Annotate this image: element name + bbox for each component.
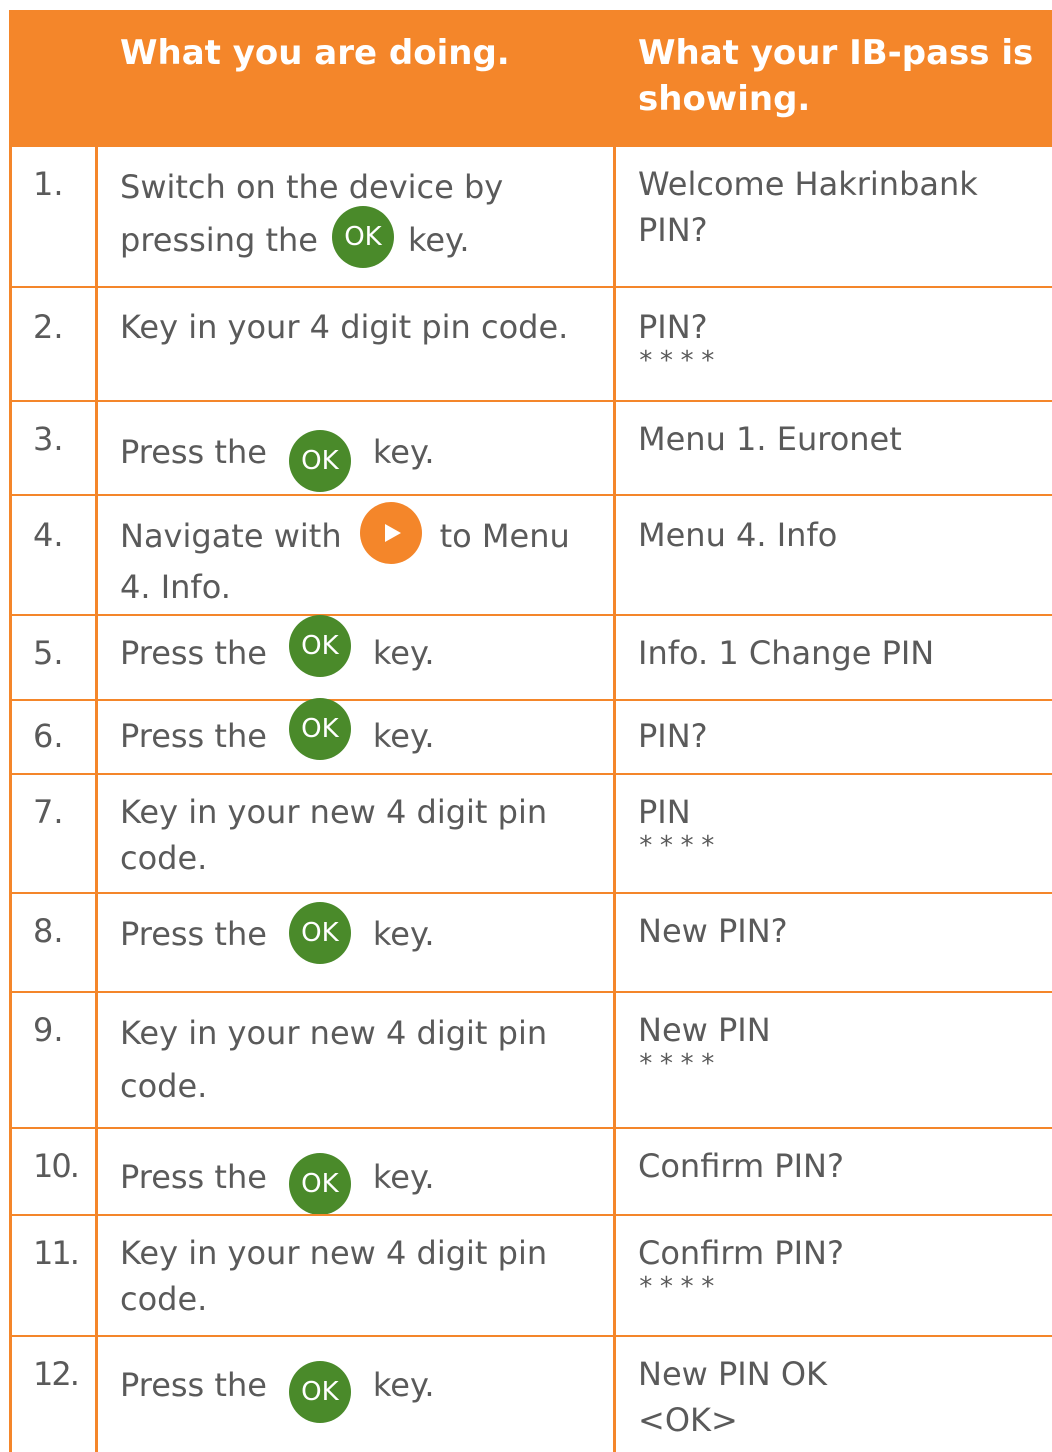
step-number: 8.	[33, 912, 64, 950]
step-action: Press the OK key.	[120, 698, 600, 760]
step-number: 9.	[33, 1011, 64, 1049]
display-text: PIN?	[638, 717, 708, 755]
step-action: Key in your 4 digit pin code.	[120, 304, 600, 350]
device-display: Info. 1 Change PIN	[638, 630, 1048, 676]
action-text: Navigate with	[120, 517, 342, 555]
action-text-after: key.	[372, 634, 435, 672]
ok-key-icon: OK	[288, 1361, 351, 1423]
ok-key-icon: OK	[288, 902, 351, 964]
ok-key-icon: OK	[288, 698, 351, 760]
action-text: Press the	[120, 915, 267, 953]
action-text-after: key.	[372, 1158, 435, 1196]
step-action: Press the OK key.	[120, 416, 600, 492]
table-row: 2. Key in your 4 digit pin code. PIN? **…	[9, 288, 1052, 400]
device-display: PIN?	[638, 713, 1048, 759]
table-row: 6. Press the OK key. PIN?	[9, 698, 1052, 773]
table-row: 5. Press the OK key. Info. 1 Change PIN	[9, 615, 1052, 699]
table-row: 3. Press the OK key. Menu 1. Euronet	[9, 402, 1052, 494]
action-text: Press the	[120, 634, 267, 672]
display-text: Confirm PIN?	[638, 1147, 844, 1185]
step-action: Key in your new 4 digit pin code.	[120, 1007, 590, 1113]
device-display: Confirm PIN?	[638, 1143, 1048, 1189]
table-header: What you are doing. What your IB-pass is…	[9, 10, 1052, 147]
step-number: 5.	[33, 634, 64, 672]
step-number: 10.	[33, 1147, 80, 1185]
pin-mask: ****	[638, 831, 721, 861]
ok-key-icon: OK	[331, 206, 394, 268]
step-number: 12.	[33, 1355, 80, 1393]
action-text: Press the	[120, 717, 267, 755]
step-action: Press the OK key.	[120, 1351, 600, 1423]
table-row: 9. Key in your new 4 digit pin code. New…	[9, 993, 1052, 1127]
device-display: New PIN?	[638, 908, 1048, 954]
device-display: Menu 4. Info	[638, 512, 1048, 558]
display-text: PIN?	[638, 308, 708, 346]
pin-mask: ****	[638, 346, 721, 376]
step-number: 4.	[33, 516, 64, 554]
step-number: 7.	[33, 793, 64, 831]
step-number: 2.	[33, 308, 64, 346]
header-display: What your IB-pass is showing.	[638, 33, 1034, 119]
pin-mask: ****	[638, 1049, 721, 1079]
step-number: 11.	[33, 1234, 80, 1272]
action-text: Press the	[120, 1366, 267, 1404]
table-row: 8. Press the OK key. New PIN?	[9, 894, 1052, 991]
header-action: What you are doing.	[120, 33, 510, 73]
device-display: PIN? ****	[638, 304, 1048, 376]
display-text: Welcome Hakrinbank PIN?	[638, 165, 978, 249]
table-row: 7. Key in your new 4 digit pin code. PIN…	[9, 775, 1052, 892]
right-arrow-key-icon	[359, 502, 422, 564]
step-number: 3.	[33, 420, 64, 458]
table-row: 1. Switch on the device by pressing the O…	[9, 147, 1052, 286]
device-display: Menu 1. Euronet	[638, 416, 1048, 462]
action-text: Key in your 4 digit pin code.	[120, 308, 569, 346]
display-text: PIN	[638, 793, 691, 831]
device-display: New PIN ****	[638, 1007, 1048, 1079]
action-text: Key in your new 4 digit pin code.	[120, 1014, 548, 1105]
table-row: 12. Press the OK key. New PIN OK <OK>	[9, 1337, 1052, 1452]
action-text-after: key.	[407, 221, 470, 259]
step-action: Switch on the device by pressing the OK ke…	[120, 161, 600, 268]
ok-key-icon: OK	[288, 615, 351, 677]
step-number: 6.	[33, 717, 64, 755]
device-display: Confirm PIN? ****	[638, 1230, 1048, 1302]
display-text: New PIN OK <OK>	[638, 1355, 827, 1439]
display-text: Menu 4. Info	[638, 516, 838, 554]
step-action: Navigate with to Menu 4. Info.	[120, 502, 600, 610]
display-text: New PIN	[638, 1011, 771, 1049]
step-action: Press the OK key.	[120, 615, 600, 677]
action-text-after: key.	[372, 915, 435, 953]
ok-key-icon: OK	[288, 1153, 351, 1215]
action-text: Press the	[120, 1158, 267, 1196]
device-display: Welcome Hakrinbank PIN?	[638, 161, 1048, 253]
table-row: 11. Key in your new 4 digit pin code. Co…	[9, 1216, 1052, 1335]
step-action: Press the OK key.	[120, 902, 600, 964]
action-text-after: key.	[372, 717, 435, 755]
device-display: New PIN OK <OK>	[638, 1351, 898, 1443]
display-text: Info. 1 Change PIN	[638, 634, 935, 672]
display-text: Confirm PIN?	[638, 1234, 844, 1272]
action-text: Key in your new 4 digit pin code.	[120, 1234, 548, 1318]
pin-mask: ****	[638, 1272, 721, 1302]
action-text-after: key.	[372, 1366, 435, 1404]
step-action: Key in your new 4 digit pin code.	[120, 1230, 590, 1322]
display-text: Menu 1. Euronet	[638, 420, 902, 458]
table-row: 10. Press the OK key. Confirm PIN?	[9, 1129, 1052, 1215]
action-text: Press the	[120, 433, 267, 471]
step-action: Press the OK key.	[120, 1143, 600, 1215]
action-text: Key in your new 4 digit pin code.	[120, 793, 548, 877]
step-action: Key in your new 4 digit pin code.	[120, 789, 590, 881]
ok-key-icon: OK	[288, 430, 351, 492]
action-text-after: key.	[372, 433, 435, 471]
step-number: 1.	[33, 165, 64, 203]
device-display: PIN ****	[638, 789, 1048, 861]
display-text: New PIN?	[638, 912, 788, 950]
table-row: 4. Navigate with to Menu 4. Info. Menu 4.…	[9, 496, 1052, 614]
